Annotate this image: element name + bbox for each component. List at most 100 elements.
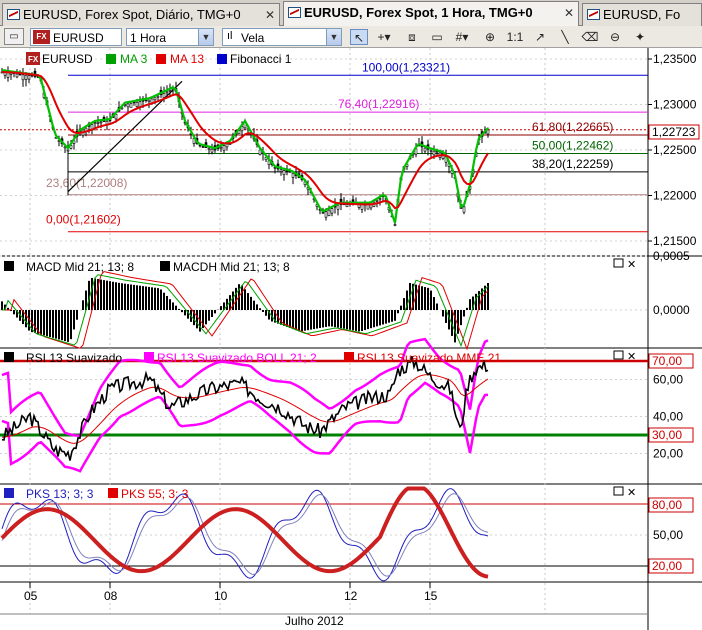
pks13-legend-label[interactable]: PKS 13; 3; 3: [26, 487, 94, 501]
close-icon[interactable]: ✕: [627, 259, 636, 271]
ma3-legend-icon: [106, 54, 116, 64]
chart-type-value: Vela: [241, 31, 265, 45]
close-icon[interactable]: ✕: [627, 487, 636, 499]
candle-body: [201, 146, 205, 148]
scale-icon[interactable]: 1:1: [506, 29, 524, 45]
rsi-mme-legend-label[interactable]: RSI 13 Suavizado MME 21: [357, 351, 501, 365]
candle-body: [327, 209, 331, 216]
candle-body: [129, 103, 133, 108]
fib-level-label: 23,60(1,22008): [46, 176, 127, 190]
candle-body: [279, 169, 283, 172]
fib-level-label: 61,80(1,22665): [532, 120, 613, 134]
candle-body: [393, 224, 397, 226]
candle-body: [210, 148, 214, 153]
x-axis-label: 10: [214, 589, 228, 603]
candle-body: [93, 122, 97, 124]
rsi-upper-level-label: 70,00: [652, 354, 682, 368]
candle-body: [219, 146, 223, 149]
macd-legend-icon: [4, 261, 14, 271]
period-sep-icon[interactable]: ▭: [428, 29, 446, 45]
fib-level-label: 50,00(1,22462): [532, 138, 613, 152]
candle-body: [99, 121, 103, 124]
magnifier-icon[interactable]: ⧈: [403, 29, 421, 45]
tab-label: EURUSD, Forex Spot, 1 Hora, TMG+0: [304, 5, 533, 20]
period-value: 1 Hora: [130, 31, 167, 45]
candle-icon: ıl: [227, 30, 233, 42]
chevron-down-icon[interactable]: ▼: [326, 29, 341, 45]
crosshair-icon[interactable]: +▾: [375, 29, 393, 45]
candle-body: [432, 150, 436, 156]
macd-axis-label: 0,0000: [653, 303, 690, 317]
candle-body: [330, 208, 334, 214]
close-icon[interactable]: ✕: [564, 6, 574, 20]
candle-body: [147, 99, 151, 102]
period-select[interactable]: 1 Hora ▼: [126, 28, 214, 46]
x-axis-label: 12: [344, 589, 358, 603]
candle-body: [66, 149, 70, 152]
candle-body: [336, 205, 340, 210]
fib-level-label: 0,00(1,21602): [46, 213, 121, 227]
chart-tab-icon: [587, 9, 600, 20]
macdh-legend-label[interactable]: MACDH Mid 21; 13; 8: [173, 260, 290, 274]
candle-body: [24, 74, 28, 80]
price-symbol-label[interactable]: EURUSD: [42, 52, 93, 66]
rsi-boll-legend-label[interactable]: RSI 13 Suavizado BOLL 21; 2: [157, 351, 317, 365]
cursor-icon[interactable]: ↖: [350, 29, 368, 45]
macdh-legend-icon: [160, 261, 170, 271]
candle-body: [486, 129, 490, 135]
chart-type-select[interactable]: ıl Vela ▼: [222, 28, 342, 46]
close-icon[interactable]: ✕: [627, 351, 636, 363]
candle-body: [222, 145, 226, 151]
zoom-in-icon[interactable]: ⊕: [481, 29, 499, 45]
candle-body: [15, 73, 19, 78]
rsi-legend-icon: [4, 352, 14, 362]
price-axis-label: 1,21500: [653, 234, 697, 248]
fib-legend-label[interactable]: Fibonacci 1: [230, 52, 292, 66]
candle-body: [282, 170, 286, 176]
ma3-legend-label[interactable]: MA 3: [120, 52, 148, 66]
candle-body: [462, 206, 466, 213]
candle-body: [135, 102, 139, 107]
candle-body: [225, 143, 229, 148]
fib-level-label: 76,40(1,22916): [338, 97, 419, 111]
candle-body: [168, 90, 172, 92]
grid-icon[interactable]: #▾: [453, 29, 471, 45]
chevron-down-icon[interactable]: ▼: [198, 29, 213, 45]
chart-toolbar: ▭ FX EURUSD 1 Hora ▼ ıl Vela ▼ ↖ +▾ ⧈ ▭ #▾ ⊕ 1…: [0, 26, 702, 48]
tab-label: EURUSD, Fo: [603, 7, 681, 22]
candle-body: [423, 147, 427, 152]
x-axis-label: 05: [24, 589, 38, 603]
line-up-icon[interactable]: ↗: [531, 29, 549, 45]
tab-third-chart[interactable]: EURUSD, Fo: [582, 3, 702, 26]
x-axis-label: 08: [104, 589, 118, 603]
eraser-icon[interactable]: ⌫: [581, 29, 599, 45]
close-icon[interactable]: ✕: [265, 8, 275, 22]
pks55-legend-label[interactable]: PKS 55; 3; 3: [121, 487, 189, 501]
rsi-boll-legend-icon: [144, 352, 154, 362]
rsi-lower-level-label: 30,00: [652, 428, 682, 442]
price-axis-label: 1,22000: [653, 189, 697, 203]
chart-tab-icon: [7, 9, 20, 20]
macd-legend-label[interactable]: MACD Mid 21; 13; 8: [26, 260, 134, 274]
menu-square-icon[interactable]: ▭: [4, 28, 24, 45]
fib-level-label: 100,00(1,23321): [362, 60, 450, 74]
pks-lower-level-label: 20,00: [652, 559, 682, 573]
settings-icon[interactable]: ✦: [631, 29, 649, 45]
pks-upper-level-label: 80,00: [652, 498, 682, 512]
candle-body: [162, 93, 166, 98]
symbol-value: EURUSD: [53, 31, 104, 45]
tab-daily-chart[interactable]: EURUSD, Forex Spot, Diário, TMG+0 ✕: [2, 3, 280, 26]
line-down-icon[interactable]: ╲: [556, 29, 574, 45]
candle-body: [6, 72, 10, 78]
ma13-legend-label[interactable]: MA 13: [170, 52, 204, 66]
candle-body: [360, 204, 364, 210]
rsi-legend-label[interactable]: RSI 13 Suavizado: [26, 351, 122, 365]
pks-axis-label: 50,00: [653, 528, 683, 542]
tab-hourly-chart[interactable]: EURUSD, Forex Spot, 1 Hora, TMG+0 ✕: [283, 1, 579, 27]
candle-body: [345, 204, 349, 207]
zoom-out-icon[interactable]: ⊖: [606, 29, 624, 45]
chart-area[interactable]: 1,23500 1,23000 1,22500 1,22000 1,21500 0,000…: [0, 48, 702, 630]
chart-canvas[interactable]: 1,235001,230001,225001,220001,215000,000…: [0, 48, 702, 630]
symbol-selector[interactable]: FX EURUSD: [30, 28, 122, 46]
candle-body: [27, 75, 31, 80]
